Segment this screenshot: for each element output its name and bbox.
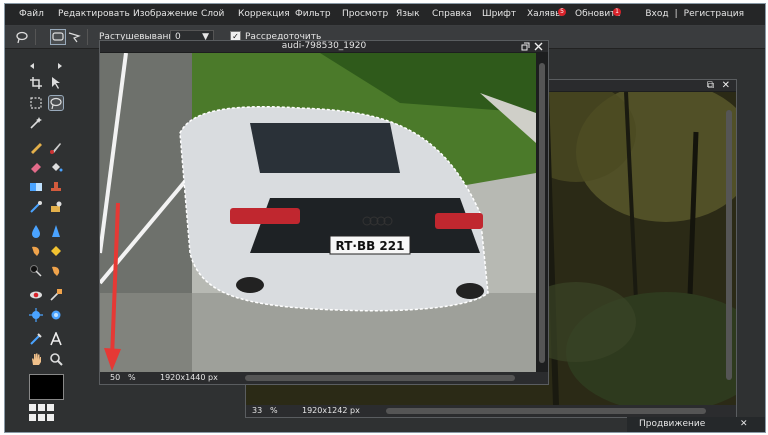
auth-links: Вход | Регистрация bbox=[642, 9, 747, 19]
paint-bucket-icon[interactable] bbox=[49, 160, 63, 174]
lasso-tool-icon[interactable] bbox=[48, 95, 64, 111]
car-photo: RT·BB 221 bbox=[100, 52, 536, 372]
dodge-icon[interactable] bbox=[49, 264, 63, 278]
crop-icon[interactable] bbox=[29, 76, 43, 90]
grid-cell-icon[interactable] bbox=[38, 414, 45, 421]
color-picker-icon[interactable] bbox=[29, 332, 43, 346]
grid-cell-icon[interactable] bbox=[47, 414, 54, 421]
burn-icon[interactable] bbox=[29, 264, 43, 278]
lasso-icon[interactable] bbox=[15, 30, 29, 44]
pencil-icon[interactable] bbox=[29, 140, 43, 154]
close-icon[interactable]: ✕ bbox=[722, 80, 730, 91]
auth-separator: | bbox=[674, 9, 678, 19]
panel-label: Продвижение bbox=[639, 419, 706, 429]
menu-language[interactable]: Язык bbox=[396, 9, 420, 19]
text-icon[interactable] bbox=[49, 332, 63, 346]
lasso-freehand-icon[interactable] bbox=[50, 29, 66, 45]
zoom-value[interactable]: 33 bbox=[252, 406, 262, 415]
menu-file[interactable]: Файл bbox=[19, 9, 44, 19]
lasso-polygon-icon[interactable] bbox=[67, 30, 81, 44]
options-separator bbox=[87, 29, 88, 45]
zoom-icon[interactable] bbox=[49, 352, 63, 366]
tools-panel bbox=[20, 56, 72, 432]
menu-bar: Файл Редактировать Изображение Слой Корр… bbox=[5, 4, 765, 26]
clone-stamp-icon[interactable] bbox=[49, 180, 63, 194]
status-bar: 50 % 1920x1440 px bbox=[100, 372, 548, 384]
menu-layer[interactable]: Слой bbox=[201, 9, 224, 19]
magic-wand-icon[interactable] bbox=[29, 116, 43, 130]
update-badge: 1 bbox=[613, 8, 621, 16]
red-eye-icon[interactable] bbox=[29, 288, 43, 302]
zoom-value[interactable]: 50 bbox=[110, 373, 120, 382]
menu-help[interactable]: Справка bbox=[432, 9, 472, 19]
promotion-panel[interactable]: Продвижение ✕ bbox=[627, 417, 765, 432]
restore-icon[interactable]: ⧉ bbox=[707, 80, 714, 91]
car-image: RT·BB 221 bbox=[100, 52, 536, 372]
spot-heal-icon[interactable] bbox=[49, 288, 63, 302]
drawing-icon[interactable] bbox=[49, 200, 63, 214]
color-replace-icon[interactable] bbox=[29, 200, 43, 214]
menu-freebies[interactable]: Халявы bbox=[527, 9, 562, 19]
login-link[interactable]: Вход bbox=[645, 9, 668, 19]
bloat-icon[interactable] bbox=[29, 308, 43, 322]
close-icon[interactable] bbox=[534, 42, 543, 51]
zoom-unit: % bbox=[128, 373, 136, 382]
panel-collapse-icon[interactable] bbox=[28, 62, 64, 70]
freebies-badge: 5 bbox=[558, 8, 566, 16]
brush-icon[interactable] bbox=[49, 140, 63, 154]
close-icon[interactable]: ✕ bbox=[740, 419, 748, 429]
register-link[interactable]: Регистрация bbox=[684, 9, 744, 19]
document-window-main[interactable]: audi-798530_1920 RT·BB 221 50 % 1920x144… bbox=[99, 40, 549, 385]
options-separator bbox=[35, 29, 36, 45]
menu-view[interactable]: Просмотр bbox=[342, 9, 388, 19]
window-title: audi-798530_1920 bbox=[281, 41, 367, 51]
zoom-unit: % bbox=[270, 406, 278, 415]
horizontal-scrollbar[interactable] bbox=[386, 408, 706, 414]
menu-edit[interactable]: Редактировать bbox=[58, 9, 130, 19]
grid-cell-icon[interactable] bbox=[47, 404, 54, 411]
gradient-icon[interactable] bbox=[29, 180, 43, 194]
eraser-icon[interactable] bbox=[29, 160, 43, 174]
move-icon[interactable] bbox=[49, 76, 63, 90]
status-bar: 33 % 1920x1242 px bbox=[246, 405, 736, 417]
marquee-icon[interactable] bbox=[29, 96, 43, 110]
foreground-color-swatch[interactable] bbox=[29, 374, 64, 400]
horizontal-scrollbar[interactable] bbox=[245, 375, 515, 381]
grid-cell-icon[interactable] bbox=[29, 404, 36, 411]
menu-adjustments[interactable]: Коррекция bbox=[238, 9, 290, 19]
window-titlebar[interactable]: audi-798530_1920 bbox=[100, 41, 548, 52]
grid-cell-icon[interactable] bbox=[38, 404, 45, 411]
menu-filter[interactable]: Фильтр bbox=[295, 9, 331, 19]
vertical-scrollbar[interactable] bbox=[726, 110, 732, 380]
blur-icon[interactable] bbox=[29, 224, 43, 238]
vertical-scrollbar[interactable] bbox=[539, 63, 545, 363]
app-window: Файл Редактировать Изображение Слой Корр… bbox=[4, 3, 766, 433]
license-plate: RT·BB 221 bbox=[336, 239, 405, 253]
image-size: 1920x1242 px bbox=[302, 406, 360, 415]
pinch-icon[interactable] bbox=[49, 308, 63, 322]
menu-image[interactable]: Изображение bbox=[133, 9, 198, 19]
smudge-icon[interactable] bbox=[29, 244, 43, 258]
restore-icon[interactable] bbox=[521, 42, 530, 51]
hand-icon[interactable] bbox=[29, 352, 43, 366]
menu-font[interactable]: Шрифт bbox=[482, 9, 516, 19]
sponge-icon[interactable] bbox=[49, 244, 63, 258]
grid-cell-icon[interactable] bbox=[29, 414, 36, 421]
image-size: 1920x1440 px bbox=[160, 373, 218, 382]
sharpen-icon[interactable] bbox=[49, 224, 63, 238]
